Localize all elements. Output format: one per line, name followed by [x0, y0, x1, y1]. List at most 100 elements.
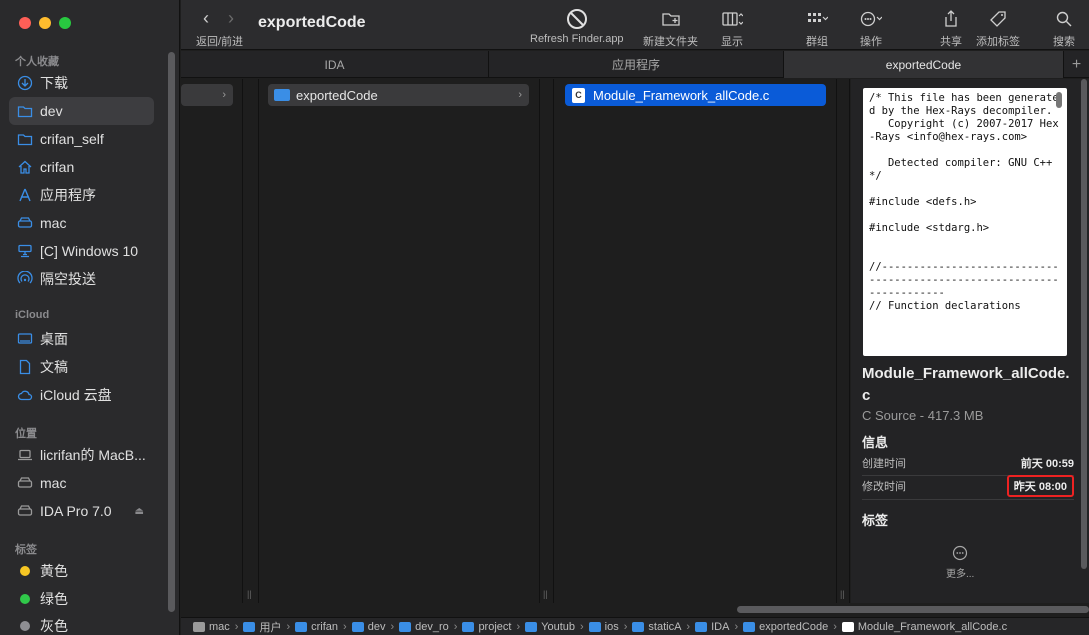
folder-icon	[243, 621, 256, 632]
preview-info-title: 信息	[862, 435, 889, 450]
sidebar-item-label: 黄色	[40, 563, 68, 579]
eject-icon[interactable]: ⏏	[135, 506, 144, 517]
sidebar-item-applications[interactable]: 应用程序	[9, 181, 154, 209]
tab-exportedcode[interactable]: exportedCode	[784, 51, 1064, 78]
path-bar: mac › 用户 › crifan › dev › dev_ro › project › Y…	[181, 617, 1089, 635]
sidebar-item-label: dev	[40, 103, 63, 119]
sidebar-item-airdrop[interactable]: 隔空投送	[9, 265, 154, 293]
tag-dot-icon	[17, 591, 33, 607]
close-window-button[interactable]	[19, 17, 31, 29]
column-2-row-exportedcode[interactable]: exportedCode ›	[268, 84, 529, 106]
path-crumb[interactable]: staticA ›	[632, 621, 695, 633]
preview-scrollbar[interactable]	[1081, 79, 1087, 569]
group-label: 群组	[806, 36, 828, 48]
sidebar-scrollbar[interactable]	[168, 52, 175, 612]
sidebar-item-dev[interactable]: dev	[9, 97, 154, 125]
search-icon	[1056, 11, 1072, 27]
sidebar-item-label: mac	[40, 215, 67, 231]
tag-dot-icon	[17, 563, 33, 579]
sidebar-section-icloud: iCloud	[15, 309, 50, 321]
share-button[interactable]: 共享	[940, 8, 962, 49]
folder-icon	[632, 621, 645, 632]
add-tab-icon[interactable]: +	[1064, 51, 1089, 78]
sidebar-item-mac-volume[interactable]: mac	[9, 469, 154, 497]
new-folder-icon	[661, 13, 680, 26]
path-crumb[interactable]: Module_Framework_allCode.c	[841, 621, 1007, 633]
sidebar-item-icloud-drive[interactable]: iCloud 云盘	[9, 381, 154, 409]
sidebar-item-mac[interactable]: mac	[9, 209, 154, 237]
column-1-scroll-gutter: ||	[244, 79, 259, 603]
add-tag-button[interactable]: 添加标签	[976, 8, 1020, 49]
chevron-right-icon: ›	[518, 89, 522, 101]
path-crumb[interactable]: crifan ›	[295, 621, 352, 633]
column-resize-handle[interactable]: ||	[840, 589, 845, 599]
column-3-row-c-file[interactable]: C Module_Framework_allCode.c	[565, 84, 826, 106]
path-crumb[interactable]: ios ›	[588, 621, 633, 633]
folder-icon	[695, 621, 708, 632]
path-crumb[interactable]: 用户 ›	[243, 619, 295, 635]
column-resize-handle[interactable]: ||	[543, 589, 548, 599]
zoom-window-button[interactable]	[59, 17, 71, 29]
minimize-window-button[interactable]	[39, 17, 51, 29]
sidebar-item-downloads[interactable]: 下载	[9, 69, 154, 97]
finder-window: 个人收藏 下载 dev crifan_self crifan 应用程序 mac …	[0, 0, 1089, 635]
sidebar-item-label: 隔空投送	[40, 271, 96, 287]
c-source-file-icon: C	[572, 87, 585, 103]
sidebar-item-label: 文稿	[40, 359, 68, 375]
path-crumb[interactable]: mac ›	[193, 621, 243, 633]
refresh-finder-label: Refresh Finder.app	[530, 33, 624, 45]
sidebar-item-windows10[interactable]: [C] Windows 10	[9, 237, 154, 265]
share-label: 共享	[940, 36, 962, 48]
sidebar-item-label: IDA Pro 7.0	[40, 503, 112, 519]
sidebar-item-crifan-self[interactable]: crifan_self	[9, 125, 154, 153]
sidebar-item-label: 绿色	[40, 591, 68, 607]
sidebar-tag-green[interactable]: 绿色	[9, 585, 154, 613]
view-button[interactable]: 显示	[721, 8, 743, 49]
path-crumb[interactable]: IDA ›	[695, 621, 743, 633]
horizontal-scrollbar[interactable]	[737, 606, 1089, 613]
group-button[interactable]: 群组	[806, 8, 828, 49]
window-title: exportedCode	[258, 14, 366, 31]
path-crumb[interactable]: dev ›	[351, 621, 399, 633]
search-button[interactable]: 搜索	[1053, 8, 1075, 49]
sidebar-item-desktop[interactable]: 桌面	[9, 325, 154, 353]
applications-icon	[17, 187, 33, 203]
forward-icon[interactable]: ›	[228, 8, 234, 29]
sidebar-item-documents[interactable]: 文稿	[9, 353, 154, 381]
tab-ida[interactable]: IDA	[181, 51, 489, 78]
column-resize-handle[interactable]: ||	[247, 589, 252, 599]
column-1-selected-row[interactable]: ›	[181, 84, 233, 106]
code-preview-scrollbar[interactable]	[1056, 92, 1062, 108]
new-folder-button[interactable]: 新建文件夹	[643, 8, 698, 49]
sidebar-item-crifan[interactable]: crifan	[9, 153, 154, 181]
column-3: C Module_Framework_allCode.c	[555, 79, 837, 603]
view-label: 显示	[721, 36, 743, 48]
code-preview[interactable]: /* This file has been generated by the H…	[863, 88, 1067, 356]
path-crumb[interactable]: dev_ro ›	[399, 621, 462, 633]
more-label: 更多...	[946, 569, 975, 580]
back-forward-label: 返回/前进	[196, 36, 244, 48]
column-2-scroll-gutter: ||	[541, 79, 554, 603]
sidebar-tag-grey[interactable]: 灰色	[9, 612, 154, 635]
sidebar-item-label: 应用程序	[40, 187, 96, 203]
desktop-icon	[17, 331, 33, 347]
action-button[interactable]: 操作	[860, 8, 882, 49]
network-drive-icon	[17, 243, 33, 259]
drive-icon	[17, 475, 33, 491]
tag-icon	[990, 11, 1006, 27]
preview-file-kind: C Source - 417.3 MB	[862, 408, 984, 423]
sidebar-section-favorites: 个人收藏	[15, 56, 59, 68]
sidebar-item-macbook[interactable]: licrifan的 MacB...	[9, 441, 154, 469]
refresh-finder-button[interactable]: Refresh Finder.app	[530, 8, 624, 45]
back-icon[interactable]: ‹	[203, 8, 209, 29]
column-1: ›	[181, 79, 243, 603]
folder-icon	[399, 621, 412, 632]
tab-applications[interactable]: 应用程序	[489, 51, 784, 78]
sidebar-item-ida-pro[interactable]: IDA Pro 7.0 ⏏	[9, 497, 154, 525]
path-crumb[interactable]: project ›	[462, 621, 525, 633]
path-crumb[interactable]: exportedCode ›	[743, 621, 842, 633]
path-crumb[interactable]: Youtub ›	[525, 621, 589, 633]
more-button[interactable]: 更多...	[946, 545, 974, 580]
sidebar-tag-yellow[interactable]: 黄色	[9, 557, 154, 585]
preview-file-name: Module_Framework_allCode.c	[862, 365, 1070, 404]
